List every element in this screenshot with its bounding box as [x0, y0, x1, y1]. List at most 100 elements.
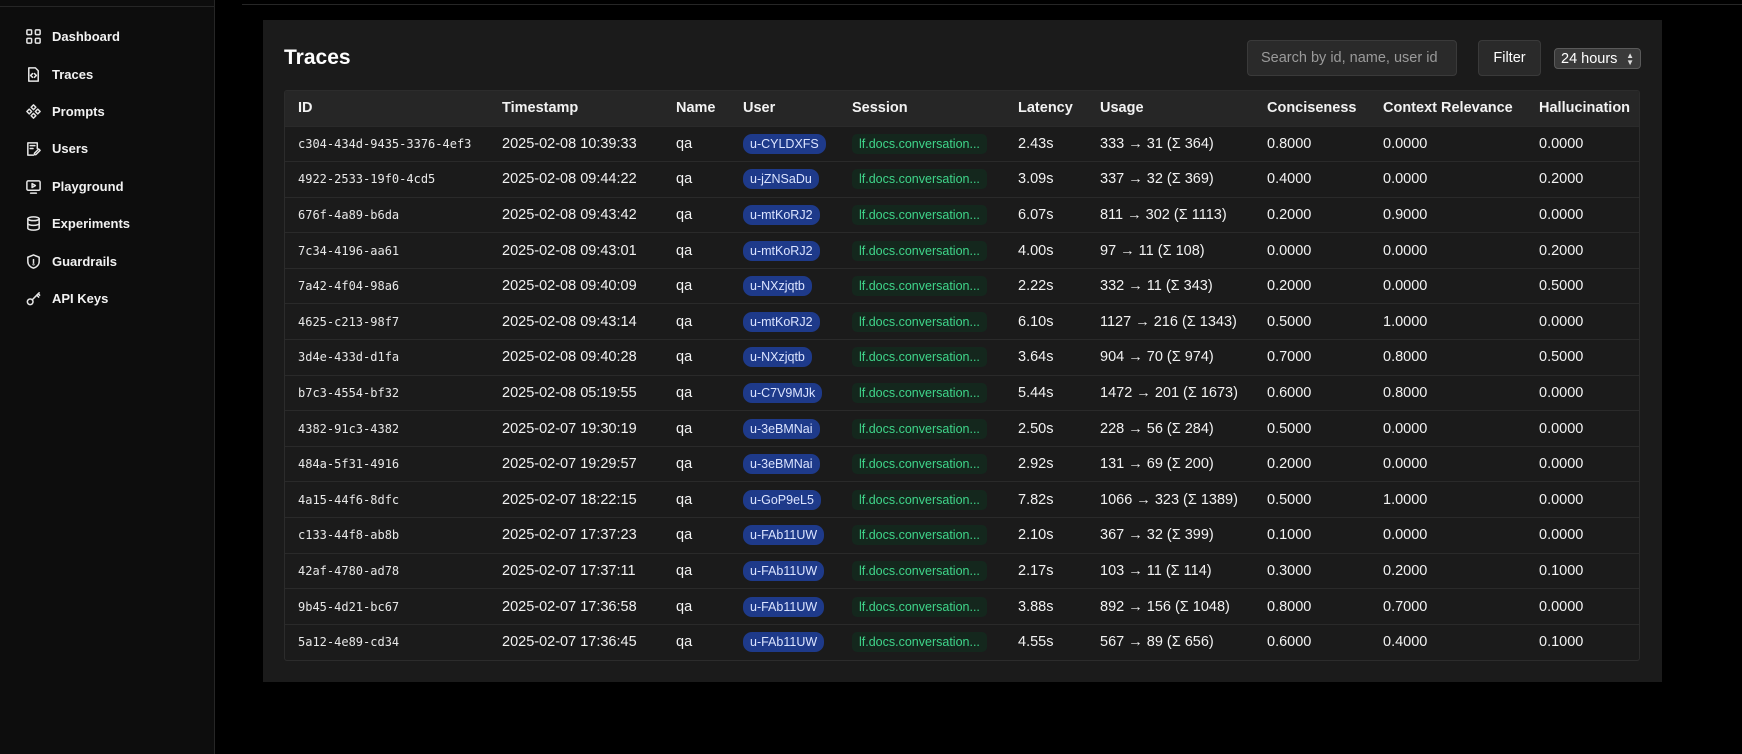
- usage-cell: 97 → 11 (Σ 108): [1100, 242, 1205, 259]
- name-cell: qa: [676, 171, 693, 188]
- session-badge[interactable]: lf.docs.conversation...: [852, 632, 987, 653]
- trace-id-cell[interactable]: 9b45-4d21-bc67: [285, 589, 489, 625]
- session-badge[interactable]: lf.docs.conversation...: [852, 347, 987, 368]
- session-badge[interactable]: lf.docs.conversation...: [852, 560, 987, 581]
- column-header-conciseness[interactable]: Conciseness: [1254, 91, 1370, 126]
- session-badge[interactable]: lf.docs.conversation...: [852, 204, 987, 225]
- session-badge[interactable]: lf.docs.conversation...: [852, 525, 987, 546]
- table-row[interactable]: 5a12-4e89-cd34 2025-02-07 17:36:45 qa u-FAb…: [285, 624, 1639, 660]
- user-badge[interactable]: u-FAb11UW: [743, 560, 825, 581]
- table-row[interactable]: 7a42-4f04-98a6 2025-02-08 09:40:09 qa u-NXz…: [285, 268, 1639, 304]
- table-row[interactable]: b7c3-4554-bf32 2025-02-08 05:19:55 qa u-C7V…: [285, 375, 1639, 411]
- user-badge[interactable]: u-mtKoRJ2: [743, 311, 820, 332]
- trace-id-cell[interactable]: 4382-91c3-4382: [285, 411, 489, 447]
- column-header-usage[interactable]: Usage: [1087, 91, 1254, 126]
- hallucination-cell: 0.0000: [1539, 491, 1584, 508]
- conciseness-cell: 0.5000: [1267, 313, 1312, 330]
- user-badge[interactable]: u-FAb11UW: [743, 525, 825, 546]
- user-badge[interactable]: u-GoP9eL5: [743, 489, 821, 510]
- sidebar-item-users[interactable]: Users: [24, 137, 88, 159]
- session-badge[interactable]: lf.docs.conversation...: [852, 454, 987, 475]
- name-cell: qa: [676, 135, 693, 152]
- sidebar-item-dashboard[interactable]: Dashboard: [24, 25, 120, 47]
- table-row[interactable]: 4922-2533-19f0-4cd5 2025-02-08 09:44:22 qa…: [285, 161, 1639, 198]
- column-header-timestamp[interactable]: Timestamp: [489, 91, 663, 126]
- session-badge[interactable]: lf.docs.conversation...: [852, 489, 987, 510]
- column-header-id[interactable]: ID: [285, 91, 489, 126]
- table-row[interactable]: 9b45-4d21-bc67 2025-02-07 17:36:58 qa u-FAb…: [285, 588, 1639, 625]
- trace-id-cell[interactable]: 42af-4780-ad78: [285, 553, 489, 589]
- column-header-hallucination[interactable]: Hallucination: [1526, 91, 1639, 126]
- trace-id-cell[interactable]: b7c3-4554-bf32: [285, 375, 489, 411]
- session-badge[interactable]: lf.docs.conversation...: [852, 418, 987, 439]
- trace-id-cell[interactable]: 5a12-4e89-cd34: [285, 624, 489, 660]
- user-badge[interactable]: u-FAb11UW: [743, 596, 825, 617]
- time-range-select[interactable]: 24 hours ▲ ▼: [1554, 48, 1641, 69]
- trace-id-cell[interactable]: 4a15-44f6-8dfc: [285, 482, 489, 518]
- sidebar-item-playground[interactable]: Playground: [24, 175, 124, 197]
- context-relevance-cell: 1.0000: [1383, 313, 1428, 330]
- trace-id-cell[interactable]: 4922-2533-19f0-4cd5: [285, 162, 489, 198]
- conciseness-cell: 0.6000: [1267, 634, 1312, 651]
- user-badge[interactable]: u-FAb11UW: [743, 632, 825, 653]
- session-badge[interactable]: lf.docs.conversation...: [852, 311, 987, 332]
- session-badge[interactable]: lf.docs.conversation...: [852, 596, 987, 617]
- trace-id-cell[interactable]: c304-434d-9435-3376-4ef3: [285, 126, 489, 162]
- user-badge[interactable]: u-3eBMNai: [743, 454, 820, 475]
- user-badge[interactable]: u-NXzjqtb: [743, 276, 812, 297]
- filter-button[interactable]: Filter: [1478, 40, 1541, 76]
- context-relevance-cell: 0.0000: [1383, 456, 1428, 473]
- table-row[interactable]: c133-44f8-ab8b 2025-02-07 17:37:23 qa u-FAb…: [285, 517, 1639, 554]
- table-row[interactable]: 4a15-44f6-8dfc 2025-02-07 18:22:15 qa u-GoP…: [285, 481, 1639, 518]
- column-header-session[interactable]: Session: [839, 91, 1005, 126]
- table-row[interactable]: 7c34-4196-aa61 2025-02-08 09:43:01 qa u-mtK…: [285, 232, 1639, 269]
- table-row[interactable]: 484a-5f31-4916 2025-02-07 19:29:57 qa u-3eB…: [285, 446, 1639, 482]
- trace-id-cell[interactable]: 3d4e-433d-d1fa: [285, 340, 489, 376]
- experiments-icon: [24, 214, 42, 232]
- session-badge[interactable]: lf.docs.conversation...: [852, 382, 987, 403]
- column-header-latency[interactable]: Latency: [1005, 91, 1087, 126]
- table-row[interactable]: 4382-91c3-4382 2025-02-07 19:30:19 qa u-3eB…: [285, 410, 1639, 447]
- sidebar-item-api-keys[interactable]: API Keys: [24, 287, 108, 309]
- playground-icon: [24, 177, 42, 195]
- sidebar-item-prompts[interactable]: Prompts: [24, 100, 105, 122]
- trace-id-cell[interactable]: 7c34-4196-aa61: [285, 233, 489, 269]
- table-row[interactable]: 676f-4a89-b6da 2025-02-08 09:43:42 qa u-mtK…: [285, 197, 1639, 233]
- context-relevance-cell: 0.8000: [1383, 384, 1428, 401]
- trace-id-cell[interactable]: 484a-5f31-4916: [285, 446, 489, 482]
- session-badge[interactable]: lf.docs.conversation...: [852, 276, 987, 297]
- hallucination-cell: 0.0000: [1539, 313, 1584, 330]
- trace-id-cell[interactable]: c133-44f8-ab8b: [285, 518, 489, 554]
- sidebar-item-traces[interactable]: Traces: [24, 63, 93, 85]
- user-badge[interactable]: u-C7V9MJk: [743, 382, 823, 403]
- trace-id-cell[interactable]: 7a42-4f04-98a6: [285, 268, 489, 304]
- hallucination-cell: 0.0000: [1539, 384, 1584, 401]
- session-cell: lf.docs.conversation...: [839, 340, 1005, 376]
- session-badge[interactable]: lf.docs.conversation...: [852, 169, 987, 190]
- table-row[interactable]: 3d4e-433d-d1fa 2025-02-08 09:40:28 qa u-NXz…: [285, 339, 1639, 376]
- column-header-name[interactable]: Name: [663, 91, 730, 126]
- table-row[interactable]: 4625-c213-98f7 2025-02-08 09:43:14 qa u-mtK…: [285, 303, 1639, 340]
- trace-id-cell[interactable]: 676f-4a89-b6da: [285, 197, 489, 233]
- sidebar-item-experiments[interactable]: Experiments: [24, 212, 130, 234]
- session-badge[interactable]: lf.docs.conversation...: [852, 240, 987, 261]
- column-header-user[interactable]: User: [730, 91, 839, 126]
- latency-cell: 2.50s: [1018, 420, 1054, 437]
- sidebar-item-guardrails[interactable]: Guardrails: [24, 250, 117, 272]
- sidebar: Dashboard Traces Prompts Users Playgroun…: [0, 0, 215, 754]
- session-badge[interactable]: lf.docs.conversation...: [852, 133, 987, 154]
- table-row[interactable]: 42af-4780-ad78 2025-02-07 17:37:11 qa u-FAb…: [285, 553, 1639, 589]
- column-header-context-relevance[interactable]: Context Relevance: [1370, 91, 1526, 126]
- conciseness-cell: 0.5000: [1267, 491, 1312, 508]
- search-input[interactable]: [1247, 40, 1457, 76]
- context-relevance-cell: 0.8000: [1383, 349, 1428, 366]
- user-badge[interactable]: u-3eBMNai: [743, 418, 820, 439]
- user-badge[interactable]: u-jZNSaDu: [743, 169, 819, 190]
- trace-id-cell[interactable]: 4625-c213-98f7: [285, 304, 489, 340]
- timestamp-cell: 2025-02-08 05:19:55: [502, 384, 637, 401]
- user-badge[interactable]: u-mtKoRJ2: [743, 204, 820, 225]
- table-row[interactable]: c304-434d-9435-3376-4ef3 2025-02-08 10:39…: [285, 126, 1639, 162]
- user-badge[interactable]: u-mtKoRJ2: [743, 240, 820, 261]
- user-badge[interactable]: u-CYLDXFS: [743, 133, 826, 154]
- user-badge[interactable]: u-NXzjqtb: [743, 347, 812, 368]
